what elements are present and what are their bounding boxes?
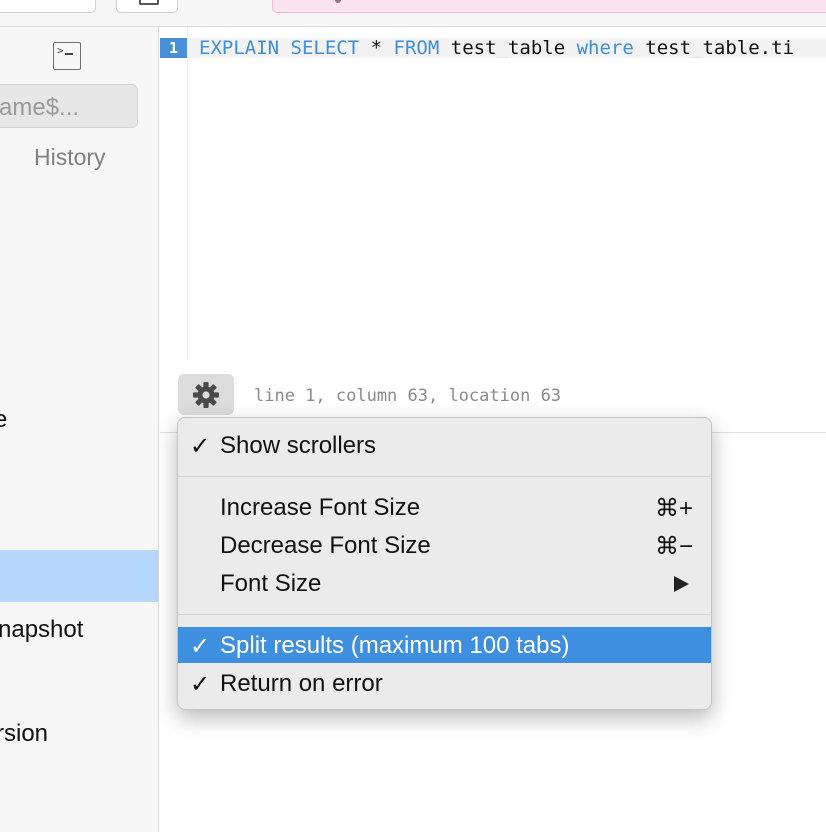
menu-item-font-size[interactable]: Font Size: [178, 565, 711, 601]
sidebar-item[interactable]: napshot: [0, 616, 83, 644]
menu-separator: [178, 614, 711, 615]
menu-item-label: Show scrollers: [220, 432, 377, 459]
editor-settings-button[interactable]: [178, 374, 234, 415]
menu-item-label: Split results (maximum 100 tabs): [220, 632, 570, 659]
code-keyword: SELECT: [290, 38, 360, 58]
menu-item-return-on-error[interactable]: ✓ Return on error: [178, 665, 711, 701]
toolbar-sidebar-toggle-button[interactable]: [116, 0, 178, 13]
code-keyword: where: [576, 38, 634, 58]
editor-gutter: 1: [160, 27, 188, 360]
menu-item-split-results[interactable]: ✓ Split results (maximum 100 tabs): [178, 627, 711, 663]
code-operator: *: [370, 38, 383, 58]
sidebar-item-selected[interactable]: [0, 550, 158, 602]
console-prompt-glyph: >: [57, 44, 64, 57]
menu-separator: [178, 476, 711, 477]
code-keyword: EXPLAIN: [199, 38, 280, 58]
sidebar-toggle-icon: [139, 0, 159, 5]
editor-settings-menu: ✓ Show scrollers Increase Font Size ⌘+ D…: [177, 417, 712, 710]
sidebar-search-input[interactable]: ame$...: [0, 84, 138, 128]
console-icon[interactable]: >: [53, 42, 81, 70]
menu-shortcut: ⌘+: [654, 495, 693, 522]
cursor-status: line 1, column 63, location 63: [254, 386, 562, 406]
menu-item-label: Decrease Font Size: [220, 532, 431, 559]
code-keyword: FROM: [393, 38, 440, 58]
console-cursor-glyph: [65, 53, 73, 55]
status-dot-icon: [335, 0, 341, 3]
code-identifier: test_table: [450, 38, 566, 58]
menu-item-label: Return on error: [220, 670, 383, 697]
checkmark-icon: ✓: [190, 433, 211, 460]
line-number: 1: [160, 38, 187, 58]
checkmark-icon: ✓: [190, 633, 211, 660]
menu-item-increase-font-size[interactable]: Increase Font Size ⌘+: [178, 489, 711, 525]
sql-editor[interactable]: 1 EXPLAIN SELECT * FROM test_table where…: [160, 27, 826, 360]
history-tab[interactable]: History: [34, 144, 106, 171]
menu-item-decrease-font-size[interactable]: Decrease Font Size ⌘−: [178, 527, 711, 563]
checkmark-icon: ✓: [190, 671, 211, 698]
menu-item-show-scrollers[interactable]: ✓ Show scrollers: [178, 427, 711, 463]
gear-icon: [193, 382, 219, 408]
code-identifier: test_table.ti: [645, 38, 794, 58]
toolbar-status-field: [272, 0, 826, 13]
sidebar: > ame$... History e napshot rsion: [0, 27, 159, 832]
window-toolbar: [0, 0, 826, 27]
toolbar-button[interactable]: [0, 0, 96, 13]
menu-shortcut: ⌘−: [654, 533, 693, 560]
code-line[interactable]: EXPLAIN SELECT * FROM test_table where t…: [187, 38, 826, 58]
sidebar-item[interactable]: e: [0, 406, 7, 434]
menu-item-label: Font Size: [220, 570, 322, 597]
submenu-triangle-icon: [674, 576, 689, 592]
menu-item-label: Increase Font Size: [220, 494, 421, 521]
sidebar-item[interactable]: rsion: [0, 720, 48, 748]
